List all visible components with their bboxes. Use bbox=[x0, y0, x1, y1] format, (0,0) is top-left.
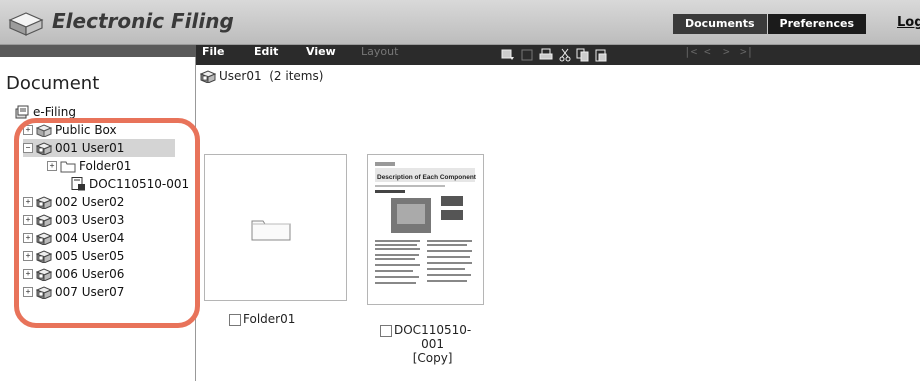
document-preview-image: Description of Each Component bbox=[371, 158, 479, 300]
prev-page-icon: < bbox=[704, 45, 711, 58]
tree-item-label: 001 User01 bbox=[55, 141, 125, 155]
tree-item-label: Public Box bbox=[55, 123, 117, 137]
retrieve-icon[interactable] bbox=[501, 48, 515, 62]
user-box-icon bbox=[36, 213, 52, 227]
document-tree-panel: Document e-Filing + Public Box − 001 Use… bbox=[0, 57, 196, 381]
user-box-icon bbox=[36, 231, 52, 245]
tree-item-label: 004 User04 bbox=[55, 231, 125, 245]
tree-item-user02[interactable]: + 002 User02 bbox=[23, 193, 124, 211]
tree-item-label: 002 User02 bbox=[55, 195, 125, 209]
panel-title: Document bbox=[6, 73, 100, 94]
tree-item-folder01[interactable]: + Folder01 bbox=[47, 157, 131, 175]
save-icon bbox=[521, 49, 533, 61]
user-box-icon bbox=[36, 141, 52, 155]
menu-edit[interactable]: Edit bbox=[254, 45, 278, 65]
next-page-icon: > bbox=[723, 45, 730, 58]
paste-icon[interactable] bbox=[594, 48, 608, 62]
expand-icon[interactable]: + bbox=[23, 269, 33, 279]
item-name-line: DOC110510- bbox=[394, 323, 472, 337]
expand-icon[interactable]: + bbox=[23, 251, 33, 261]
folder-thumbnail[interactable] bbox=[204, 154, 347, 301]
tree-item-label: DOC110510-001 bbox=[89, 177, 190, 191]
logo-icon bbox=[6, 10, 46, 36]
folder-icon bbox=[60, 159, 76, 173]
tree-item-user07[interactable]: + 007 User07 bbox=[23, 283, 124, 301]
tree-item-label: 006 User06 bbox=[55, 267, 125, 281]
thumbnail-heading: Description of Each Component bbox=[377, 174, 477, 181]
tree-item-label: 007 User07 bbox=[55, 285, 125, 299]
menu-bar: File Edit View Layout |< < > >| bbox=[196, 45, 920, 65]
user-box-icon bbox=[36, 285, 52, 299]
expand-icon[interactable]: + bbox=[23, 125, 33, 135]
collapse-icon[interactable]: − bbox=[23, 143, 33, 153]
tab-preferences[interactable]: Preferences bbox=[767, 14, 866, 34]
main-tabs: Documents Preferences bbox=[672, 14, 866, 34]
tree-item-user01[interactable]: − 001 User01 bbox=[23, 139, 175, 157]
tree-item-label: Folder01 bbox=[79, 159, 132, 173]
last-page-icon: >| bbox=[740, 45, 754, 58]
tree-item-label: 003 User03 bbox=[55, 213, 125, 227]
menu-layout: Layout bbox=[361, 45, 399, 58]
tab-documents[interactable]: Documents bbox=[672, 14, 767, 34]
item-name-line: [Copy] bbox=[412, 351, 453, 365]
app-header: Electronic Filing Documents Preferences … bbox=[0, 0, 920, 45]
efiling-icon bbox=[14, 105, 30, 119]
app-title: Electronic Filing bbox=[52, 9, 234, 33]
user-box-icon bbox=[200, 69, 216, 83]
tree-item-efiling[interactable]: e-Filing bbox=[14, 103, 76, 121]
user-box-icon bbox=[36, 195, 52, 209]
tree-item-public-box[interactable]: + Public Box bbox=[23, 121, 117, 139]
folder-item-caption[interactable]: Folder01 bbox=[229, 312, 295, 326]
copy-icon[interactable] bbox=[576, 48, 590, 62]
tree-item-doc110510[interactable]: DOC110510-001 bbox=[70, 175, 189, 193]
menu-file[interactable]: File bbox=[202, 45, 225, 65]
sidebar-header-strip bbox=[0, 45, 196, 57]
box-icon bbox=[36, 123, 52, 137]
menu-view[interactable]: View bbox=[306, 45, 336, 65]
breadcrumb: User01 (2 items) bbox=[200, 69, 323, 83]
document-thumbnail[interactable]: Description of Each Component bbox=[367, 154, 484, 305]
document-item-caption[interactable]: DOC110510- 001 [Copy] bbox=[380, 323, 471, 365]
breadcrumb-text: User01 (2 items) bbox=[219, 69, 324, 83]
tree-item-user05[interactable]: + 005 User05 bbox=[23, 247, 124, 265]
user-box-icon bbox=[36, 267, 52, 281]
item-name-line: 001 bbox=[421, 337, 445, 351]
login-link[interactable]: Logi bbox=[897, 15, 920, 30]
expand-icon[interactable]: + bbox=[23, 197, 33, 207]
tree-item-label: 005 User05 bbox=[55, 249, 125, 263]
expand-icon[interactable]: + bbox=[47, 161, 57, 171]
cut-icon[interactable] bbox=[558, 48, 572, 62]
select-checkbox[interactable] bbox=[380, 325, 392, 337]
expand-icon[interactable]: + bbox=[23, 215, 33, 225]
folder-icon bbox=[251, 220, 291, 241]
tree-item-user03[interactable]: + 003 User03 bbox=[23, 211, 124, 229]
tree-item-user06[interactable]: + 006 User06 bbox=[23, 265, 124, 283]
document-icon bbox=[70, 177, 86, 191]
expand-icon[interactable]: + bbox=[23, 287, 33, 297]
select-checkbox[interactable] bbox=[229, 314, 241, 326]
expand-icon[interactable]: + bbox=[23, 233, 33, 243]
tree-item-label: e-Filing bbox=[33, 105, 76, 119]
first-page-icon: |< bbox=[684, 45, 698, 58]
item-name: Folder01 bbox=[243, 312, 296, 326]
user-box-icon bbox=[36, 249, 52, 263]
tree-item-user04[interactable]: + 004 User04 bbox=[23, 229, 124, 247]
print-icon[interactable] bbox=[539, 48, 553, 62]
